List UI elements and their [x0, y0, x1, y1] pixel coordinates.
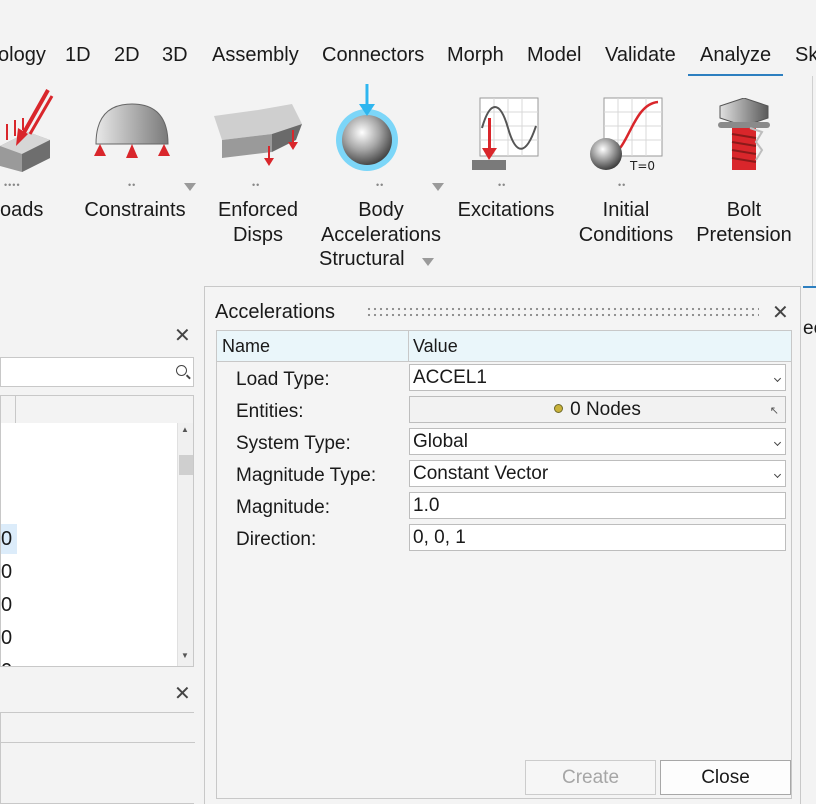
menu-topology[interactable]: ology [0, 44, 46, 67]
more-dots: •• [618, 180, 627, 190]
create-button[interactable]: Create [525, 760, 656, 795]
menu-1d[interactable]: 1D [65, 44, 91, 67]
menu-validate[interactable]: Validate [605, 44, 676, 67]
close-icon[interactable]: ✕ [772, 303, 789, 323]
entity-list[interactable]: 0 0 0 0 0 ▲ ▼ [0, 423, 194, 667]
column-header-value: Value [413, 336, 458, 356]
close-icon[interactable]: ✕ [174, 684, 191, 704]
accelerations-dialog: Accelerations ✕ Name Value Load Type: AC… [204, 286, 801, 804]
group-dropdown-arrow-icon[interactable] [422, 258, 434, 266]
close-button[interactable]: Close [660, 760, 791, 795]
excitations-icon [472, 97, 539, 170]
menu-3d[interactable]: 3D [162, 44, 188, 67]
entities-value: 0 Nodes [570, 399, 641, 420]
direction-value: 0, 0, 1 [413, 527, 466, 548]
secondary-panel: ✕ [0, 680, 197, 804]
tool-label-text: Initial Conditions [578, 199, 674, 246]
table-header: Name Value [217, 331, 791, 362]
loads-icon [0, 89, 54, 172]
menu-analyze[interactable]: Analyze [687, 44, 784, 76]
list-item[interactable]: 0 [1, 524, 17, 554]
menu-morph[interactable]: Morph [447, 44, 504, 67]
more-dots: •• [252, 180, 261, 190]
secondary-panel-table [0, 712, 195, 804]
pointer-icon: ↖ [769, 405, 779, 417]
constraints-icon [94, 103, 170, 158]
tool-label: Bolt Pretension [666, 198, 816, 248]
direction-input[interactable]: 0, 0, 1 [409, 524, 786, 551]
list-item[interactable]: 0 [1, 656, 17, 666]
right-panel-text: ec [803, 318, 816, 339]
list-item[interactable]: 0 [1, 623, 17, 653]
scrollbar-thumb[interactable] [179, 455, 193, 475]
dialog-title: Accelerations [215, 301, 336, 323]
more-dots: •• [376, 180, 385, 190]
column-header-name: Name [222, 336, 271, 356]
initial-conditions-icon: T=0 [590, 97, 663, 173]
body-accelerations-icon [336, 84, 398, 171]
more-dots: •• [498, 180, 507, 190]
tool-label-text: Enforced Disps [217, 199, 299, 246]
ribbon-group-label[interactable]: Structural [319, 248, 405, 271]
direction-label: Direction: [236, 529, 317, 550]
tool-initial-conditions[interactable]: T=0 •• Initial Conditions [578, 76, 674, 246]
ribbon-separator [812, 76, 813, 286]
dropdown-arrow-icon[interactable] [432, 183, 444, 191]
menu-sketch[interactable]: Sk [795, 44, 816, 67]
dropdown-arrow-icon[interactable] [184, 183, 196, 191]
node-icon [554, 403, 564, 413]
column-header [0, 395, 194, 424]
search-icon[interactable] [176, 365, 187, 376]
drag-grip[interactable] [366, 306, 759, 318]
magnitude-value: 1.0 [413, 495, 440, 516]
load-type-value: ACCEL1 [413, 367, 487, 388]
menu-bar: ology 1D 2D 3D Assembly Connectors Morph… [0, 36, 816, 76]
entities-selector[interactable]: 0 Nodes ↖ [409, 396, 786, 423]
icon-text: T=0 [629, 159, 655, 173]
more-dots: •••• [4, 180, 21, 190]
system-type-dropdown[interactable]: Global [409, 428, 786, 455]
menu-connectors[interactable]: Connectors [322, 44, 424, 67]
entity-browser-panel: ✕ 0 0 0 0 0 ▲ ▼ [0, 320, 197, 670]
load-type-dropdown[interactable]: ACCEL1 [409, 364, 786, 391]
close-icon[interactable]: ✕ [174, 326, 191, 346]
tool-enforced-disps[interactable]: •• Enforced Disps [210, 76, 306, 246]
scroll-up-icon[interactable]: ▲ [181, 425, 189, 434]
tool-label-text: Body Accelerations [320, 199, 442, 246]
vertical-scrollbar[interactable]: ▲ ▼ [177, 423, 193, 666]
menu-2d[interactable]: 2D [114, 44, 140, 67]
menu-model[interactable]: Model [527, 44, 581, 67]
magnitude-type-label: Magnitude Type: [236, 465, 377, 486]
tool-excitations[interactable]: •• Excitations [458, 76, 554, 246]
bolt-pretension-icon [718, 98, 770, 170]
list-item[interactable]: 0 [1, 590, 17, 620]
menu-assembly[interactable]: Assembly [212, 44, 299, 67]
right-panel-edge: ec [803, 286, 816, 804]
magnitude-type-dropdown[interactable]: Constant Vector [409, 460, 786, 487]
magnitude-type-value: Constant Vector [413, 463, 549, 484]
property-table: Name Value Load Type: ACCEL1 Entities: 0… [216, 330, 792, 799]
list-item[interactable]: 0 [1, 557, 17, 587]
system-type-value: Global [413, 431, 468, 452]
search-input[interactable] [0, 357, 194, 387]
tool-body-accelerations[interactable]: •• Body Accelerations [320, 76, 444, 246]
magnitude-input[interactable]: 1.0 [409, 492, 786, 519]
more-dots: •• [128, 180, 137, 190]
load-type-label: Load Type: [236, 369, 330, 390]
tab-accent [803, 286, 816, 288]
enforced-disps-icon [214, 104, 302, 166]
system-type-label: System Type: [236, 433, 351, 454]
magnitude-label: Magnitude: [236, 497, 331, 518]
ribbon: •••• oads •• Constraints •• Enforced Dis… [0, 76, 816, 286]
tool-bolt-pretension[interactable]: Bolt Pretension [696, 76, 792, 246]
scroll-down-icon[interactable]: ▼ [181, 651, 189, 660]
entities-label: Entities: [236, 401, 304, 422]
tool-label-text: Bolt Pretension [696, 199, 792, 246]
